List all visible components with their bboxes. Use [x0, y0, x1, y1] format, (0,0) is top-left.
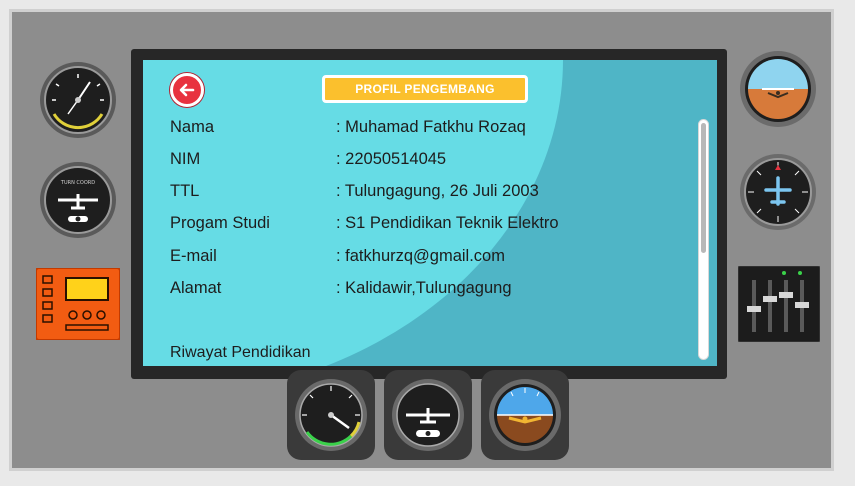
artificial-horizon-icon [489, 379, 561, 451]
row-label: Alamat [170, 279, 222, 297]
airspeed-indicator-icon [295, 379, 367, 451]
app-frame: TURN COORD PROFIL PENGEMBANG Nama: Muha… [0, 0, 855, 486]
row-value: : 22050514045 [336, 150, 447, 168]
row-label: NIM [170, 150, 201, 168]
row-value: : Muhamad Fatkhu Rozaq [336, 118, 526, 136]
turn-slip-indicator-icon [392, 379, 464, 451]
row-label: Nama [170, 118, 215, 136]
svg-text:TURN COORD: TURN COORD [60, 180, 95, 186]
row-value: : S1 Pendidikan Teknik Elektro [336, 214, 559, 232]
row-label: TTL [170, 182, 200, 200]
row-value: : Kalidawir,Tulungagung [336, 279, 512, 297]
horizon-gauge [481, 370, 569, 460]
turn-coordinator-icon: TURN COORD [40, 162, 116, 238]
display-screen [143, 60, 717, 366]
row-value: : fatkhurzq@gmail.com [336, 247, 505, 265]
altimeter-icon [40, 62, 116, 138]
scrollbar-thumb[interactable] [701, 123, 706, 253]
attitude-indicator-icon [740, 51, 816, 127]
throttle-panel-icon [738, 266, 820, 342]
scrollbar[interactable] [698, 119, 709, 360]
education-heading: Riwayat Pendidikan [170, 344, 311, 361]
turn-slip-gauge [384, 370, 472, 460]
screen-highlight [143, 60, 563, 366]
row-value: : Tulungagung, 26 Juli 2003 [336, 182, 539, 200]
back-button[interactable] [170, 73, 204, 107]
airspeed-gauge [287, 370, 375, 460]
page-title: PROFIL PENGEMBANG [322, 75, 528, 103]
arrow-left-icon [179, 83, 195, 97]
radio-panel-icon [36, 268, 120, 340]
row-label: Progam Studi [170, 214, 270, 232]
heading-indicator-icon [740, 154, 816, 230]
row-label: E-mail [170, 247, 217, 265]
